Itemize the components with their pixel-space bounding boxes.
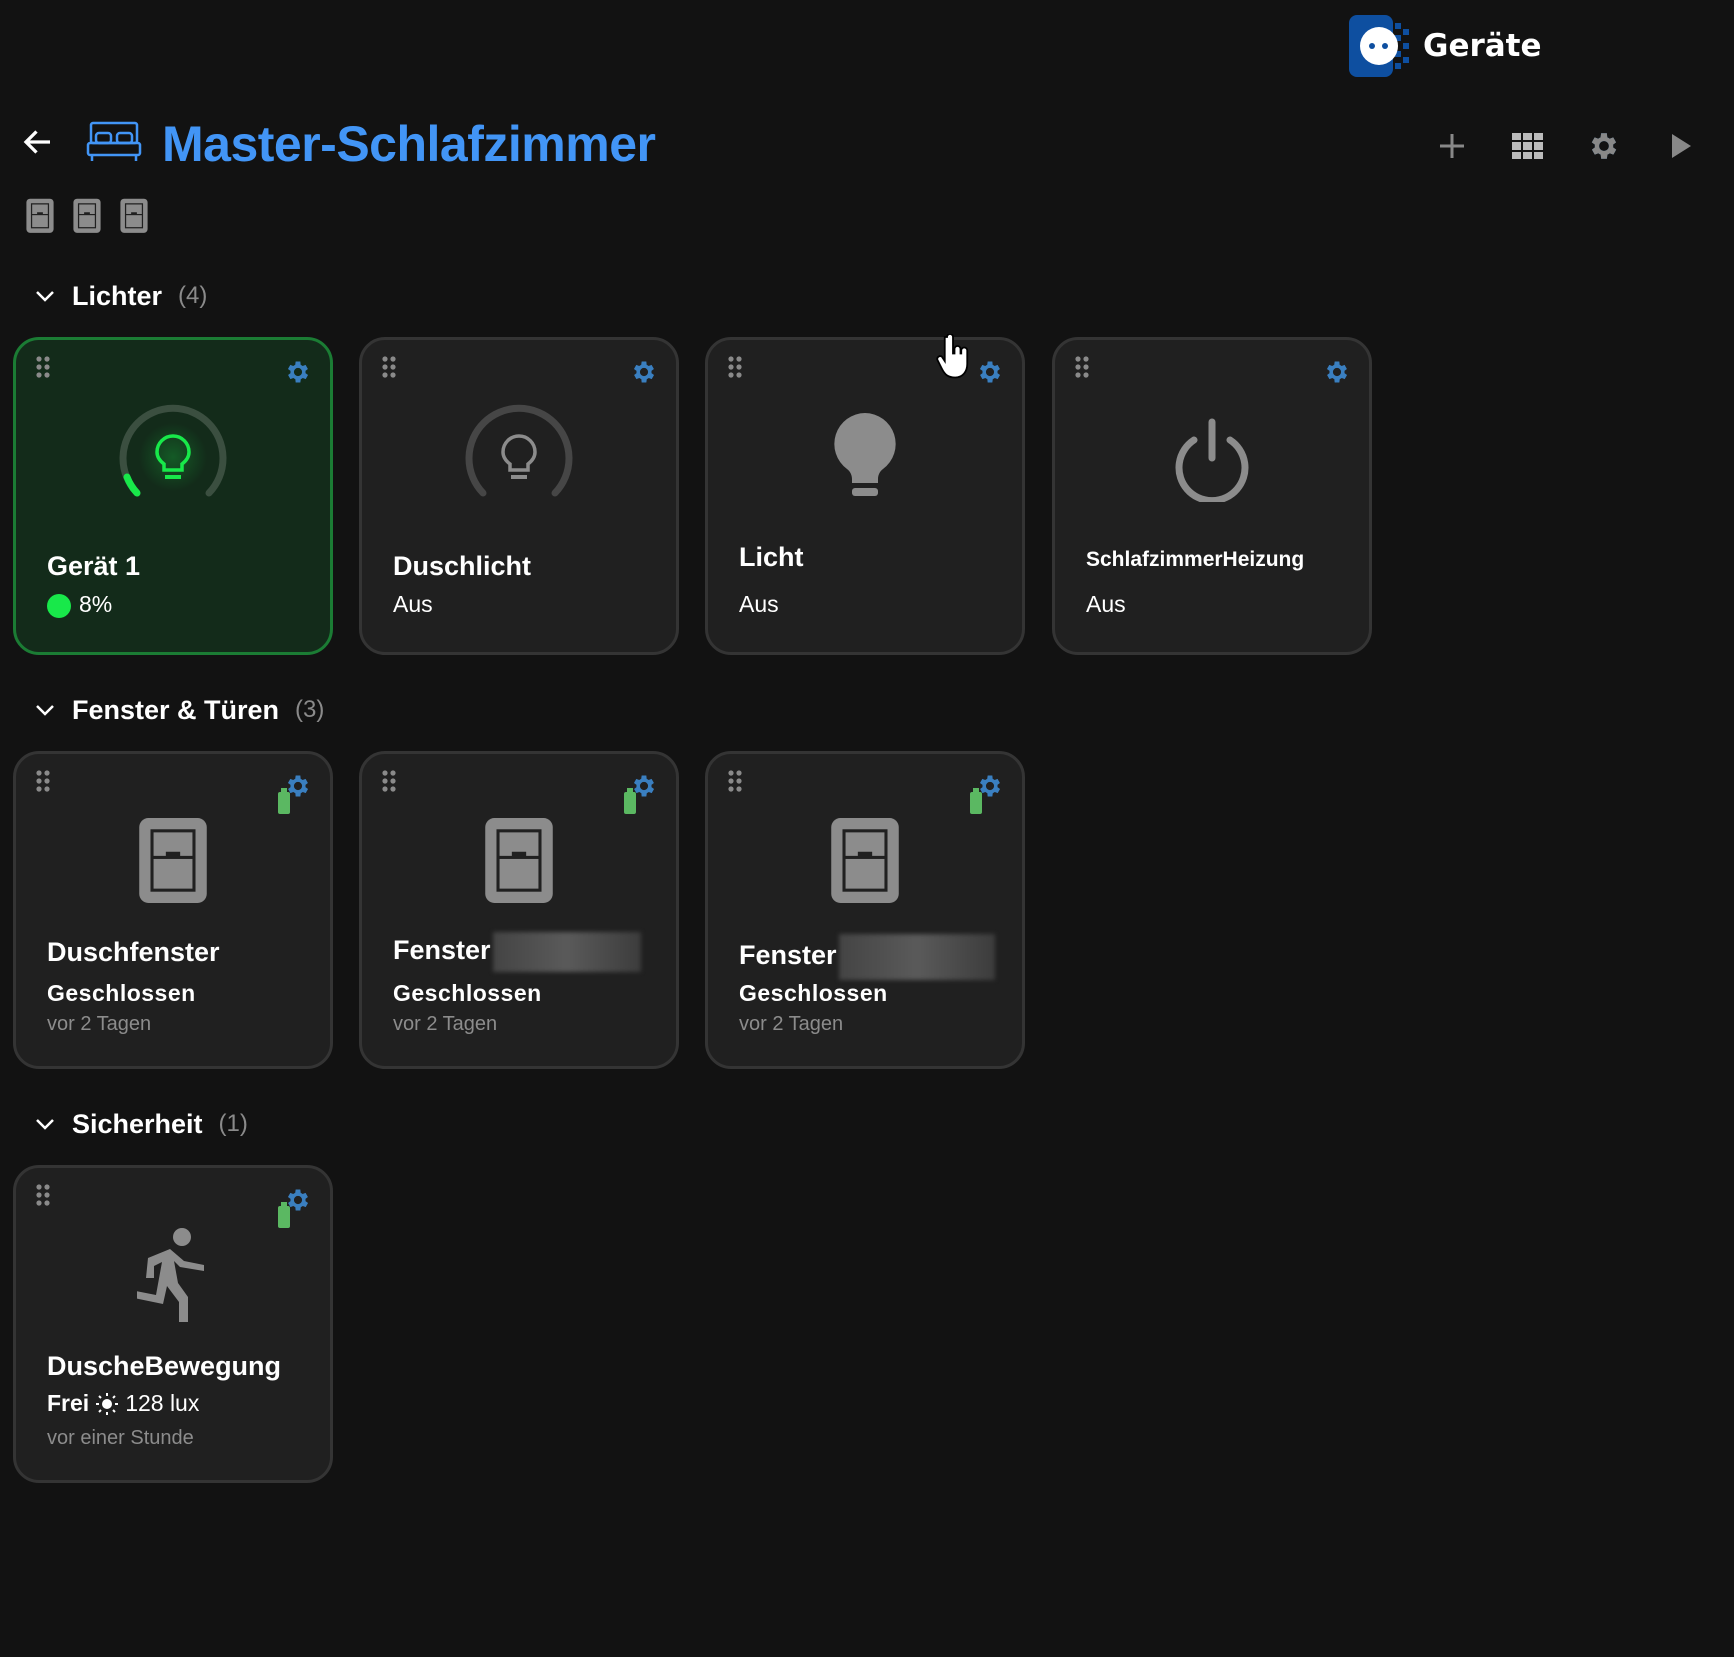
- window-closed-icon: [831, 818, 899, 903]
- device-name: Duschfenster: [47, 937, 220, 967]
- device-card-schlafzimmerheizung[interactable]: SchlafzimmerHeizung Aus: [1052, 337, 1372, 655]
- brand-title: Geräte: [1423, 28, 1542, 64]
- drag-handle-icon[interactable]: [382, 356, 396, 378]
- device-name: Fenster: [393, 932, 641, 972]
- brand-logo-icon: [1349, 15, 1413, 77]
- drag-handle-icon[interactable]: [728, 770, 742, 792]
- window-icon[interactable]: [120, 198, 148, 234]
- section-count: (3): [295, 696, 325, 723]
- drag-handle-icon[interactable]: [728, 356, 742, 378]
- lightbulb-gauge-icon[interactable]: [459, 404, 579, 514]
- page-header: Master-Schlafzimmer: [20, 112, 656, 176]
- app-brand: Geräte: [1349, 15, 1542, 77]
- window-icon[interactable]: [73, 198, 101, 234]
- device-name-text: Fenster: [393, 935, 491, 966]
- drag-handle-icon[interactable]: [1075, 356, 1089, 378]
- device-name: Gerät 1: [47, 551, 141, 581]
- drag-handle-icon[interactable]: [382, 770, 396, 792]
- redacted-text: [492, 932, 641, 972]
- device-name: Duschlicht: [393, 551, 532, 581]
- section-header-sicherheit[interactable]: Sicherheit (1): [34, 1106, 248, 1142]
- redacted-text: [838, 934, 995, 980]
- device-name: Licht: [739, 542, 804, 572]
- battery-icon: [278, 788, 290, 814]
- page-title: Master-Schlafzimmer: [162, 116, 656, 172]
- add-button[interactable]: [1430, 124, 1474, 168]
- status-dot: [47, 593, 71, 618]
- section-title: Fenster & Türen: [72, 694, 280, 725]
- device-card-duschebewegung[interactable]: DuscheBewegung Frei 128 lux vor einer St…: [13, 1165, 333, 1483]
- device-status: Frei 128 lux: [47, 1390, 199, 1417]
- device-card-geraet-1[interactable]: Gerät 1 8%: [13, 337, 333, 655]
- device-status: Aus: [393, 591, 433, 617]
- device-card-licht[interactable]: Licht Aus: [705, 337, 1025, 655]
- back-arrow-icon[interactable]: [20, 124, 56, 165]
- device-status: Aus: [739, 591, 779, 617]
- power-icon[interactable]: [1170, 418, 1254, 502]
- drag-handle-icon[interactable]: [36, 1184, 50, 1206]
- chevron-down-icon: [36, 291, 54, 302]
- section-header-lichter[interactable]: Lichter (4): [34, 278, 207, 314]
- window-closed-icon: [485, 818, 553, 903]
- section-title: Lichter: [72, 280, 163, 311]
- gear-icon[interactable]: [630, 358, 658, 386]
- status-text: Frei: [47, 1390, 90, 1416]
- device-card-fenster[interactable]: Fenster Geschlossen vor 2 Tagen: [359, 751, 679, 1069]
- play-button[interactable]: [1659, 124, 1703, 168]
- device-card-duschfenster[interactable]: Duschfenster Geschlossen vor 2 Tagen: [13, 751, 333, 1069]
- device-name: DuscheBewegung: [47, 1351, 282, 1381]
- device-status: Geschlossen: [393, 980, 542, 1006]
- device-name-text: Fenster: [739, 940, 837, 971]
- device-name: SchlafzimmerHeizung: [1086, 548, 1305, 571]
- device-name: Fenster: [739, 934, 995, 980]
- gear-icon[interactable]: [1323, 358, 1351, 386]
- section-title: Sicherheit: [72, 1108, 203, 1139]
- last-change: vor 2 Tagen: [393, 1013, 498, 1035]
- device-status: 8%: [47, 591, 112, 618]
- bed-icon: [86, 120, 142, 169]
- battery-icon: [624, 788, 636, 814]
- settings-gear-icon[interactable]: [1582, 124, 1626, 168]
- lightbulb-gauge-icon[interactable]: [113, 404, 233, 514]
- window-icon[interactable]: [26, 198, 54, 234]
- device-status: Aus: [1086, 591, 1126, 617]
- drag-handle-icon[interactable]: [36, 770, 50, 792]
- last-change: vor 2 Tagen: [47, 1013, 152, 1035]
- last-change: vor 2 Tagen: [739, 1013, 844, 1035]
- hand-cursor-icon: [936, 334, 969, 379]
- sun-icon: [96, 1392, 119, 1415]
- section-count: (4): [178, 282, 208, 309]
- device-status: Geschlossen: [47, 980, 196, 1006]
- section-count: (1): [218, 1110, 248, 1137]
- section-header-fenster-tueren[interactable]: Fenster & Türen (3): [34, 692, 324, 728]
- battery-icon: [970, 788, 982, 814]
- window-status-icons: [26, 198, 148, 234]
- gear-icon[interactable]: [976, 358, 1004, 386]
- running-person-icon: [137, 1228, 204, 1322]
- grid-view-button[interactable]: [1506, 124, 1550, 168]
- battery-icon: [278, 1202, 290, 1228]
- status-text: 8%: [79, 591, 113, 617]
- chevron-down-icon: [36, 705, 54, 716]
- device-card-fenster[interactable]: Fenster Geschlossen vor 2 Tagen: [705, 751, 1025, 1069]
- device-card-duschlicht[interactable]: Duschlicht Aus: [359, 337, 679, 655]
- window-closed-icon: [139, 818, 207, 903]
- gear-icon[interactable]: [284, 358, 312, 386]
- lightbulb-icon[interactable]: [833, 412, 897, 502]
- drag-handle-icon[interactable]: [36, 356, 50, 378]
- lux-value: 128 lux: [125, 1390, 200, 1416]
- chevron-down-icon: [36, 1119, 54, 1130]
- device-status: Geschlossen: [739, 980, 888, 1006]
- last-change: vor einer Stunde: [47, 1427, 194, 1449]
